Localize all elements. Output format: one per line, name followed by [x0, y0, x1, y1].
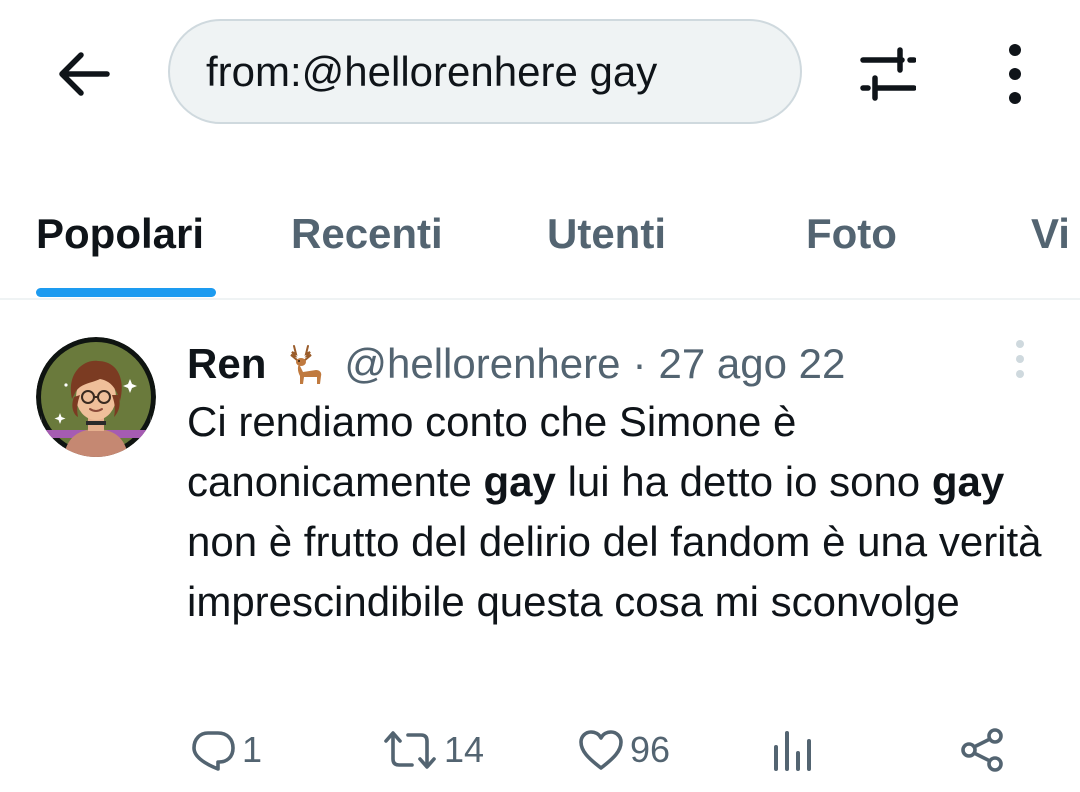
search-filters-button[interactable]: [848, 34, 928, 114]
arrow-left-icon: [59, 52, 110, 96]
search-tabs: Popolari Recenti Utenti Foto Vi: [0, 170, 1080, 300]
reply-button[interactable]: 1: [190, 720, 262, 780]
heart-icon: [579, 730, 623, 770]
header-separator: ·: [632, 340, 647, 387]
tweet-text-highlight: gay: [483, 458, 556, 505]
search-box[interactable]: [168, 19, 802, 124]
bar-chart-icon: [774, 731, 811, 771]
retweet-icon: [384, 731, 436, 769]
deer-icon: [290, 345, 322, 384]
tweet-header: Ren @hellorenhere · 27 ago 22: [187, 338, 845, 390]
more-vertical-icon: [1016, 340, 1024, 378]
tweet-actions: 1 14 96: [0, 720, 1080, 780]
reply-count: 1: [242, 729, 263, 770]
more-options-button[interactable]: [975, 34, 1055, 114]
share-button[interactable]: [960, 720, 1006, 780]
tweet-text: Ci rendiamo conto che Simone è canonicam…: [187, 392, 1057, 632]
like-button[interactable]: 96: [578, 720, 670, 780]
sliders-icon: [860, 47, 916, 101]
retweet-count: 14: [444, 729, 485, 770]
like-count: 96: [630, 729, 671, 770]
views-button[interactable]: [772, 720, 812, 780]
share-icon: [961, 728, 1003, 772]
author-handle[interactable]: @hellorenhere: [344, 340, 620, 388]
more-vertical-icon: [1009, 44, 1021, 104]
tweet-text-part: lui ha detto io sono: [555, 458, 932, 505]
tweet-text-highlight: gay: [931, 458, 1005, 505]
tab-utenti[interactable]: Utenti: [547, 170, 666, 298]
tab-recenti[interactable]: Recenti: [291, 170, 443, 298]
reply-icon: [192, 731, 235, 771]
tweet-text-part: non è frutto del delirio del fandom è un…: [187, 518, 1042, 625]
back-button[interactable]: [44, 34, 124, 114]
tab-foto[interactable]: Foto: [806, 170, 897, 298]
avatar-image: [36, 337, 156, 457]
tweet-more-button[interactable]: [1000, 336, 1040, 382]
author-name[interactable]: Ren: [187, 340, 266, 388]
tab-popolari[interactable]: Popolari: [36, 170, 204, 298]
active-tab-indicator: [36, 288, 216, 297]
tweet-timestamp[interactable]: 27 ago 22: [659, 340, 846, 388]
search-input[interactable]: [206, 47, 766, 96]
tab-video[interactable]: Vi: [1031, 170, 1070, 298]
avatar[interactable]: [36, 337, 156, 457]
retweet-button[interactable]: 14: [382, 720, 484, 780]
tweet[interactable]: Ren @hellorenhere · 27 ago 22 Ci rendiam…: [0, 300, 1080, 792]
top-bar: [0, 0, 1080, 150]
